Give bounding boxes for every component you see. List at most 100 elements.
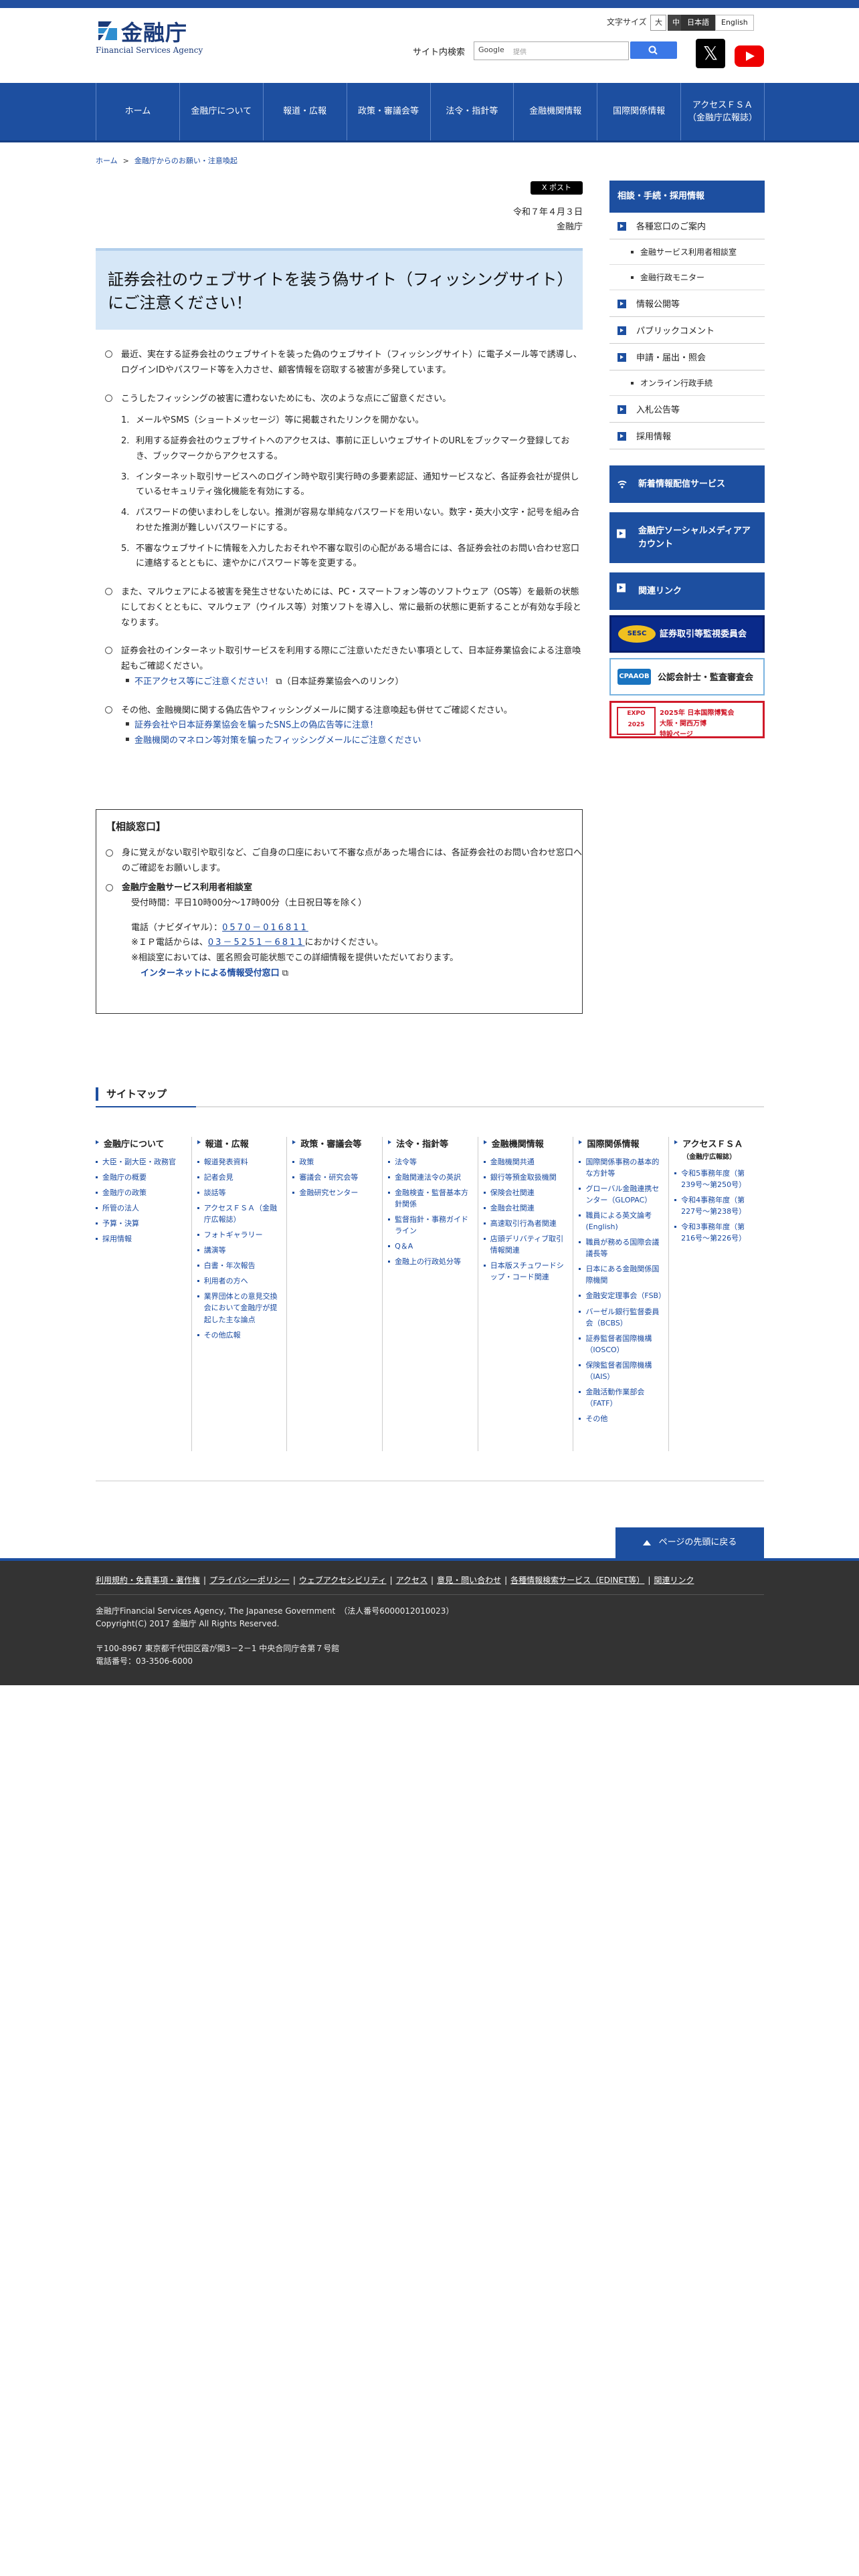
sidebar-item-disclosure[interactable]: 情報公開等 (609, 290, 765, 317)
sitemap-link[interactable]: 記者会見 (197, 1172, 282, 1183)
sitemap-link[interactable]: 令和5事務年度（第239号～第250号） (674, 1168, 759, 1190)
sitemap-column-heading[interactable]: 報道・広報 (197, 1137, 282, 1150)
sitemap-link[interactable]: 国際関係事務の基本的な方針等 (579, 1156, 663, 1179)
sidebar-item-applications[interactable]: 申請・届出・照会 (609, 344, 765, 370)
sitemap-link[interactable]: 採用情報 (96, 1233, 186, 1245)
sidebar-subitem-monitor[interactable]: 金融行政モニター (609, 265, 765, 290)
sitemap-link[interactable]: 日本にある金融関係国際機関 (579, 1263, 663, 1286)
sidebar-item-public-comment[interactable]: パブリックコメント (609, 317, 765, 344)
sitemap-link[interactable]: 保険監督者国際機構（IAIS） (579, 1360, 663, 1382)
sitemap-link[interactable]: 談話等 (197, 1187, 282, 1198)
sitemap-link[interactable]: バーゼル銀行監督委員会（BCBS） (579, 1306, 663, 1329)
sitemap-link[interactable]: 法令等 (388, 1156, 472, 1168)
sitemap-link[interactable]: 利用者の方へ (197, 1275, 282, 1287)
sitemap-link[interactable]: 審議会・研究会等 (292, 1172, 377, 1183)
footer-link[interactable]: ウェブアクセシビリティ (299, 1576, 387, 1585)
phishing-mail-warning-link[interactable]: 金融機関のマネロン等対策を騙ったフィッシングメールにご注意ください (134, 736, 421, 746)
sitemap-link[interactable]: 高速取引行為者関連 (483, 1218, 568, 1229)
jsda-link[interactable]: 不正アクセス等にご注意ください！ (134, 677, 273, 687)
nav-home[interactable]: ホーム (96, 83, 180, 140)
sitemap-link[interactable]: 令和3事務年度（第216号～第226号） (674, 1221, 759, 1244)
sitemap-link[interactable]: 金融庁の政策 (96, 1187, 186, 1198)
sitemap-link[interactable]: 金融関連法令の英訳 (388, 1172, 472, 1183)
sitemap-link[interactable]: 業界団体との意見交換会において金融庁が提起した主な論点 (197, 1291, 282, 1325)
sidebar-item-bids[interactable]: 入札公告等 (609, 396, 765, 423)
sitemap-link[interactable]: 金融活動作業部会（FATF） (579, 1386, 663, 1409)
page-top-button[interactable]: ページの先頭に戻る (615, 1527, 764, 1558)
sitemap-link[interactable]: 令和4事務年度（第227号～第238号） (674, 1194, 759, 1217)
ip-phone-link[interactable]: 03－5251－6811 (208, 938, 305, 948)
social-media-banner[interactable]: 金融庁ソーシャルメディアアカウント (609, 512, 765, 563)
breadcrumb-current-link[interactable]: 金融庁からのお願い・注意喚起 (134, 156, 237, 165)
footer-link[interactable]: 利用規約・免責事項・著作権 (96, 1576, 200, 1585)
sitemap-link[interactable]: Q＆A (388, 1241, 472, 1252)
sitemap-link[interactable]: 金融機関共通 (483, 1156, 568, 1168)
lang-english-button[interactable]: English (715, 15, 754, 31)
sitemap-link[interactable]: 日本版スチュワードシップ・コード関連 (483, 1260, 568, 1283)
sitemap-link[interactable]: 大臣・副大臣・政務官 (96, 1156, 186, 1168)
nav-about[interactable]: 金融庁について (180, 83, 264, 140)
sitemap-link[interactable]: 金融安定理事会（FSB） (579, 1290, 666, 1301)
sitemap-link[interactable]: 金融検査・監督基本方針関係 (388, 1187, 472, 1210)
sitemap-column-heading[interactable]: アクセスＦＳＡ (674, 1137, 759, 1150)
sitemap-link[interactable]: フォトギャラリー (197, 1229, 282, 1241)
sitemap-link[interactable]: 予算・決算 (96, 1218, 186, 1229)
sitemap-link[interactable]: その他広報 (197, 1329, 282, 1341)
youtube-social-icon[interactable] (735, 45, 764, 67)
site-logo[interactable]: 金融庁 Financial Services Agency (96, 16, 216, 59)
nav-policy[interactable]: 政策・審議会等 (347, 83, 431, 140)
x-post-button[interactable]: X ポスト (531, 181, 583, 195)
sitemap-link[interactable]: 職員による英文論考(English) (579, 1210, 663, 1232)
footer-link[interactable]: アクセス (396, 1576, 427, 1585)
font-size-large-button[interactable]: 大 (650, 15, 667, 31)
search-button[interactable] (630, 41, 677, 59)
footer-link[interactable]: 意見・問い合わせ (437, 1576, 501, 1585)
nav-laws[interactable]: 法令・指針等 (431, 83, 514, 140)
nav-access-fsa[interactable]: アクセスＦＳＡ （金融庁広報誌） (681, 83, 765, 140)
footer-link[interactable]: 関連リンク (654, 1576, 694, 1585)
sitemap-link[interactable]: 店頭デリバティブ取引情報関連 (483, 1233, 568, 1256)
sidebar-subitem-online-procedures[interactable]: オンライン行政手続 (609, 370, 765, 396)
sidebar-item-contact-points[interactable]: 各種窓口のご案内 (609, 213, 765, 239)
sitemap-column-heading[interactable]: 政策・審議会等 (292, 1137, 377, 1150)
footer-link[interactable]: 各種情報検索サービス（EDINET等） (510, 1576, 644, 1585)
sidebar-subitem-consultation[interactable]: 金融サービス利用者相談室 (609, 239, 765, 265)
news-delivery-banner[interactable]: 新着情報配信サービス (609, 465, 765, 503)
sitemap-link[interactable]: アクセスＦＳＡ（金融庁広報誌） (197, 1202, 282, 1225)
sitemap-column-heading[interactable]: 国際関係情報 (579, 1137, 663, 1150)
sitemap-link[interactable]: 講演等 (197, 1245, 282, 1256)
nav-international[interactable]: 国際関係情報 (597, 83, 682, 140)
fake-ad-warning-link[interactable]: 証券会社や日本証券業協会を騙ったSNS上の偽広告等に注意！ (134, 720, 378, 730)
sitemap-link[interactable]: 証券監督者国際機構（IOSCO） (579, 1333, 663, 1356)
lang-japanese-button[interactable]: 日本語 (681, 15, 715, 31)
expo-banner[interactable]: EXPO 2025 2025年 日本国際博覧会 大阪・関西万博 特設ページ (609, 701, 765, 738)
sidebar-item-recruitment[interactable]: 採用情報 (609, 423, 765, 449)
sitemap-link[interactable]: 職員が務める国際会議議長等 (579, 1237, 663, 1259)
sitemap-link[interactable]: 金融庁の概要 (96, 1172, 186, 1183)
sitemap-link[interactable]: 保険会社関連 (483, 1187, 568, 1198)
sitemap-link[interactable]: 銀行等預金取扱機関 (483, 1172, 568, 1183)
navi-dial-phone-link[interactable]: 0570－016811 (222, 923, 308, 933)
cpaaob-banner[interactable]: CPAAOB 公認会計士・監査審査会 (609, 658, 765, 695)
sesc-banner[interactable]: SESC 証券取引等監視委員会 (609, 615, 765, 653)
sitemap-link[interactable]: その他 (579, 1413, 663, 1424)
sitemap-link[interactable]: 白書・年次報告 (197, 1260, 282, 1271)
related-links-banner[interactable]: 関連リンク (609, 572, 765, 610)
x-social-icon[interactable]: 𝕏 (696, 39, 725, 68)
footer-link[interactable]: プライバシーポリシー (209, 1576, 290, 1585)
sitemap-link[interactable]: 監督指針・事務ガイドライン (388, 1214, 472, 1237)
search-input[interactable]: Google 提供 (474, 41, 629, 60)
sitemap-link[interactable]: 報道発表資料 (197, 1156, 282, 1168)
sitemap-link[interactable]: 金融研究センター (292, 1187, 377, 1198)
sitemap-link[interactable]: グローバル金融連携センター（GLOPAC） (579, 1183, 663, 1206)
online-inquiry-link[interactable]: インターネットによる情報受付窓口 (140, 968, 280, 978)
sitemap-column-heading[interactable]: 法令・指針等 (388, 1137, 472, 1150)
sitemap-link[interactable]: 所管の法人 (96, 1202, 186, 1214)
breadcrumb-home-link[interactable]: ホーム (96, 156, 118, 165)
sitemap-link[interactable]: 金融会社関連 (483, 1202, 568, 1214)
sitemap-link[interactable]: 金融上の行政処分等 (388, 1256, 472, 1267)
nav-institutions[interactable]: 金融機関情報 (514, 83, 598, 140)
nav-press[interactable]: 報道・広報 (264, 83, 347, 140)
sitemap-link[interactable]: 政策 (292, 1156, 377, 1168)
sitemap-column-heading[interactable]: 金融庁について (96, 1137, 186, 1150)
